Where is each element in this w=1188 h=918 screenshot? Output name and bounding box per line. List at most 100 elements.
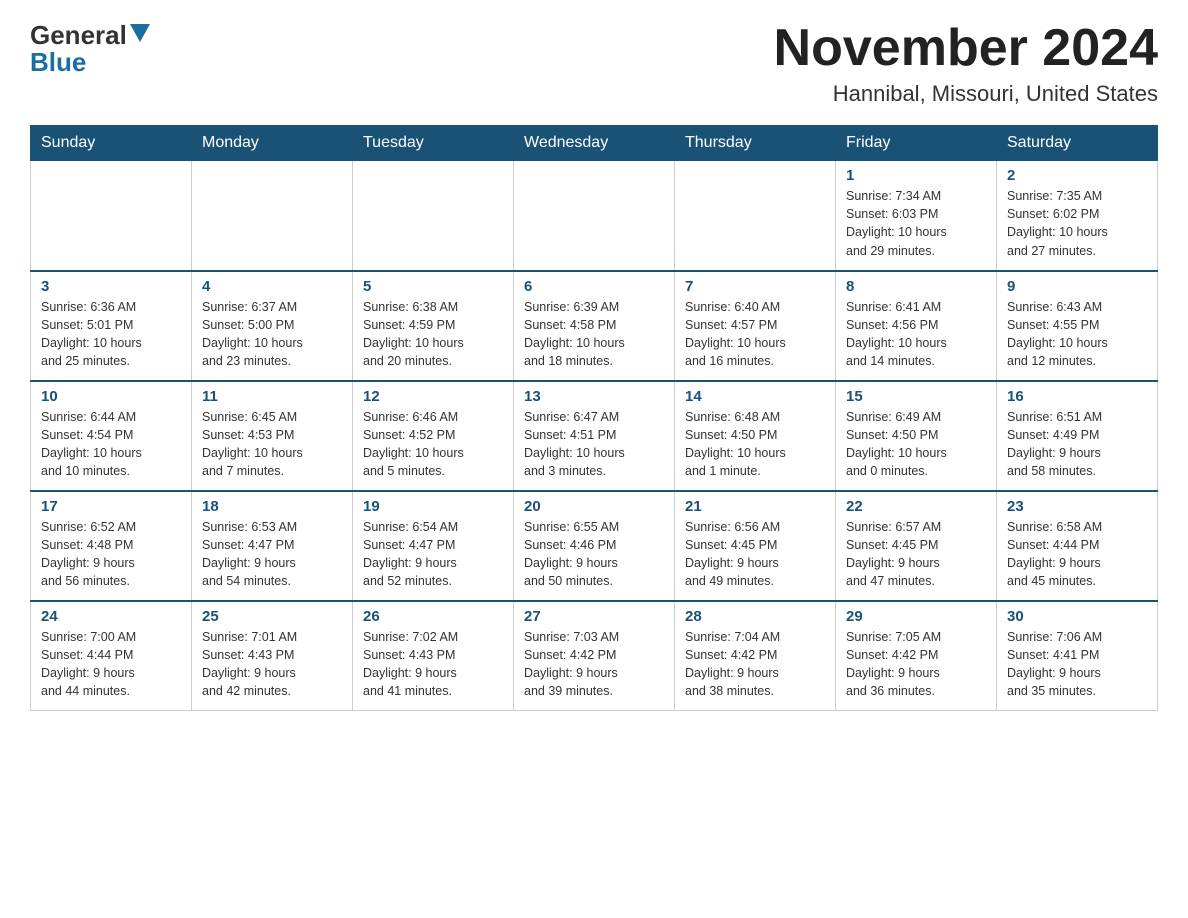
day-number: 15	[846, 388, 986, 405]
day-info: Sunrise: 6:56 AMSunset: 4:45 PMDaylight:…	[685, 518, 825, 591]
table-row: 1 Sunrise: 7:34 AMSunset: 6:03 PMDaylight…	[836, 161, 997, 271]
day-number: 5	[363, 278, 503, 295]
day-info: Sunrise: 6:54 AMSunset: 4:47 PMDaylight:…	[363, 518, 503, 591]
table-row: 3 Sunrise: 6:36 AMSunset: 5:01 PMDaylight…	[31, 271, 192, 381]
day-info: Sunrise: 6:45 AMSunset: 4:53 PMDaylight:…	[202, 408, 342, 481]
header-friday: Friday	[836, 126, 997, 161]
table-row: 29 Sunrise: 7:05 AMSunset: 4:42 PMDayligh…	[836, 601, 997, 711]
day-number: 16	[1007, 388, 1147, 405]
calendar-week-row: 3 Sunrise: 6:36 AMSunset: 5:01 PMDaylight…	[31, 271, 1158, 381]
day-number: 8	[846, 278, 986, 295]
table-row: 8Sunrise: 6:41 AMSunset: 4:56 PMDaylight…	[836, 271, 997, 381]
table-row: 18Sunrise: 6:53 AMSunset: 4:47 PMDayligh…	[192, 491, 353, 601]
day-info: Sunrise: 6:37 AMSunset: 5:00 PMDaylight:…	[202, 298, 342, 371]
day-number: 26	[363, 608, 503, 625]
table-row: 23Sunrise: 6:58 AMSunset: 4:44 PMDayligh…	[997, 491, 1158, 601]
day-number: 29	[846, 608, 986, 625]
table-row	[353, 161, 514, 271]
calendar-week-row: 10 Sunrise: 6:44 AMSunset: 4:54 PMDayligh…	[31, 381, 1158, 491]
table-row: 20 Sunrise: 6:55 AMSunset: 4:46 PMDayligh…	[514, 491, 675, 601]
table-row: 24 Sunrise: 7:00 AMSunset: 4:44 PMDayligh…	[31, 601, 192, 711]
table-row: 22 Sunrise: 6:57 AMSunset: 4:45 PMDayligh…	[836, 491, 997, 601]
day-info: Sunrise: 6:47 AMSunset: 4:51 PMDaylight:…	[524, 408, 664, 481]
header-thursday: Thursday	[675, 126, 836, 161]
day-info: Sunrise: 6:40 AMSunset: 4:57 PMDaylight:…	[685, 298, 825, 371]
header-row: Sunday Monday Tuesday Wednesday Thursday…	[31, 126, 1158, 161]
table-row: 27 Sunrise: 7:03 AMSunset: 4:42 PMDayligh…	[514, 601, 675, 711]
table-row: 6Sunrise: 6:39 AMSunset: 4:58 PMDaylight…	[514, 271, 675, 381]
day-number: 2	[1007, 167, 1147, 184]
title-area: November 2024 Hannibal, Missouri, United…	[774, 20, 1158, 107]
day-number: 4	[202, 278, 342, 295]
day-number: 21	[685, 498, 825, 515]
calendar-week-row: 1 Sunrise: 7:34 AMSunset: 6:03 PMDaylight…	[31, 161, 1158, 271]
day-info: Sunrise: 7:01 AMSunset: 4:43 PMDaylight:…	[202, 628, 342, 701]
table-row: 9 Sunrise: 6:43 AMSunset: 4:55 PMDaylight…	[997, 271, 1158, 381]
day-info: Sunrise: 6:38 AMSunset: 4:59 PMDaylight:…	[363, 298, 503, 371]
table-row: 15Sunrise: 6:49 AMSunset: 4:50 PMDayligh…	[836, 381, 997, 491]
page-header: General Blue November 2024 Hannibal, Mis…	[30, 20, 1158, 107]
day-number: 1	[846, 167, 986, 184]
calendar-title: November 2024	[774, 20, 1158, 77]
day-number: 13	[524, 388, 664, 405]
day-info: Sunrise: 7:05 AMSunset: 4:42 PMDaylight:…	[846, 628, 986, 701]
table-row: 10 Sunrise: 6:44 AMSunset: 4:54 PMDayligh…	[31, 381, 192, 491]
day-info: Sunrise: 6:57 AMSunset: 4:45 PMDaylight:…	[846, 518, 986, 591]
logo-area: General Blue	[30, 20, 150, 78]
day-info: Sunrise: 6:43 AMSunset: 4:55 PMDaylight:…	[1007, 298, 1147, 371]
table-row: 28Sunrise: 7:04 AMSunset: 4:42 PMDayligh…	[675, 601, 836, 711]
table-row: 19 Sunrise: 6:54 AMSunset: 4:47 PMDayligh…	[353, 491, 514, 601]
day-info: Sunrise: 6:58 AMSunset: 4:44 PMDaylight:…	[1007, 518, 1147, 591]
table-row: 17 Sunrise: 6:52 AMSunset: 4:48 PMDayligh…	[31, 491, 192, 601]
day-number: 3	[41, 278, 181, 295]
table-row: 5 Sunrise: 6:38 AMSunset: 4:59 PMDaylight…	[353, 271, 514, 381]
day-number: 22	[846, 498, 986, 515]
day-info: Sunrise: 6:48 AMSunset: 4:50 PMDaylight:…	[685, 408, 825, 481]
day-number: 7	[685, 278, 825, 295]
day-number: 19	[363, 498, 503, 515]
day-number: 10	[41, 388, 181, 405]
header-monday: Monday	[192, 126, 353, 161]
day-info: Sunrise: 7:03 AMSunset: 4:42 PMDaylight:…	[524, 628, 664, 701]
logo-triangle-icon	[130, 24, 150, 42]
day-info: Sunrise: 6:51 AMSunset: 4:49 PMDaylight:…	[1007, 408, 1147, 481]
table-row	[514, 161, 675, 271]
table-row: 2 Sunrise: 7:35 AMSunset: 6:02 PMDaylight…	[997, 161, 1158, 271]
day-number: 14	[685, 388, 825, 405]
day-info: Sunrise: 6:39 AMSunset: 4:58 PMDaylight:…	[524, 298, 664, 371]
table-row: 14 Sunrise: 6:48 AMSunset: 4:50 PMDayligh…	[675, 381, 836, 491]
header-wednesday: Wednesday	[514, 126, 675, 161]
day-number: 24	[41, 608, 181, 625]
day-info: Sunrise: 7:02 AMSunset: 4:43 PMDaylight:…	[363, 628, 503, 701]
day-info: Sunrise: 6:52 AMSunset: 4:48 PMDaylight:…	[41, 518, 181, 591]
table-row: 30Sunrise: 7:06 AMSunset: 4:41 PMDayligh…	[997, 601, 1158, 711]
day-number: 30	[1007, 608, 1147, 625]
day-number: 11	[202, 388, 342, 405]
day-number: 9	[1007, 278, 1147, 295]
day-info: Sunrise: 7:04 AMSunset: 4:42 PMDaylight:…	[685, 628, 825, 701]
header-saturday: Saturday	[997, 126, 1158, 161]
calendar-week-row: 24 Sunrise: 7:00 AMSunset: 4:44 PMDayligh…	[31, 601, 1158, 711]
logo-blue-text: Blue	[30, 47, 86, 78]
day-number: 27	[524, 608, 664, 625]
table-row: 26 Sunrise: 7:02 AMSunset: 4:43 PMDayligh…	[353, 601, 514, 711]
header-tuesday: Tuesday	[353, 126, 514, 161]
day-info: Sunrise: 7:35 AMSunset: 6:02 PMDaylight:…	[1007, 187, 1147, 260]
day-info: Sunrise: 6:36 AMSunset: 5:01 PMDaylight:…	[41, 298, 181, 371]
table-row: 13 Sunrise: 6:47 AMSunset: 4:51 PMDayligh…	[514, 381, 675, 491]
table-row: 16 Sunrise: 6:51 AMSunset: 4:49 PMDayligh…	[997, 381, 1158, 491]
day-number: 25	[202, 608, 342, 625]
table-row	[675, 161, 836, 271]
day-info: Sunrise: 7:00 AMSunset: 4:44 PMDaylight:…	[41, 628, 181, 701]
calendar-week-row: 17 Sunrise: 6:52 AMSunset: 4:48 PMDayligh…	[31, 491, 1158, 601]
table-row: 12Sunrise: 6:46 AMSunset: 4:52 PMDayligh…	[353, 381, 514, 491]
day-info: Sunrise: 6:44 AMSunset: 4:54 PMDaylight:…	[41, 408, 181, 481]
day-number: 20	[524, 498, 664, 515]
table-row: 11 Sunrise: 6:45 AMSunset: 4:53 PMDayligh…	[192, 381, 353, 491]
day-info: Sunrise: 7:34 AMSunset: 6:03 PMDaylight:…	[846, 187, 986, 260]
table-row: 4 Sunrise: 6:37 AMSunset: 5:00 PMDaylight…	[192, 271, 353, 381]
table-row: 25 Sunrise: 7:01 AMSunset: 4:43 PMDayligh…	[192, 601, 353, 711]
day-number: 17	[41, 498, 181, 515]
day-info: Sunrise: 6:46 AMSunset: 4:52 PMDaylight:…	[363, 408, 503, 481]
day-info: Sunrise: 6:55 AMSunset: 4:46 PMDaylight:…	[524, 518, 664, 591]
